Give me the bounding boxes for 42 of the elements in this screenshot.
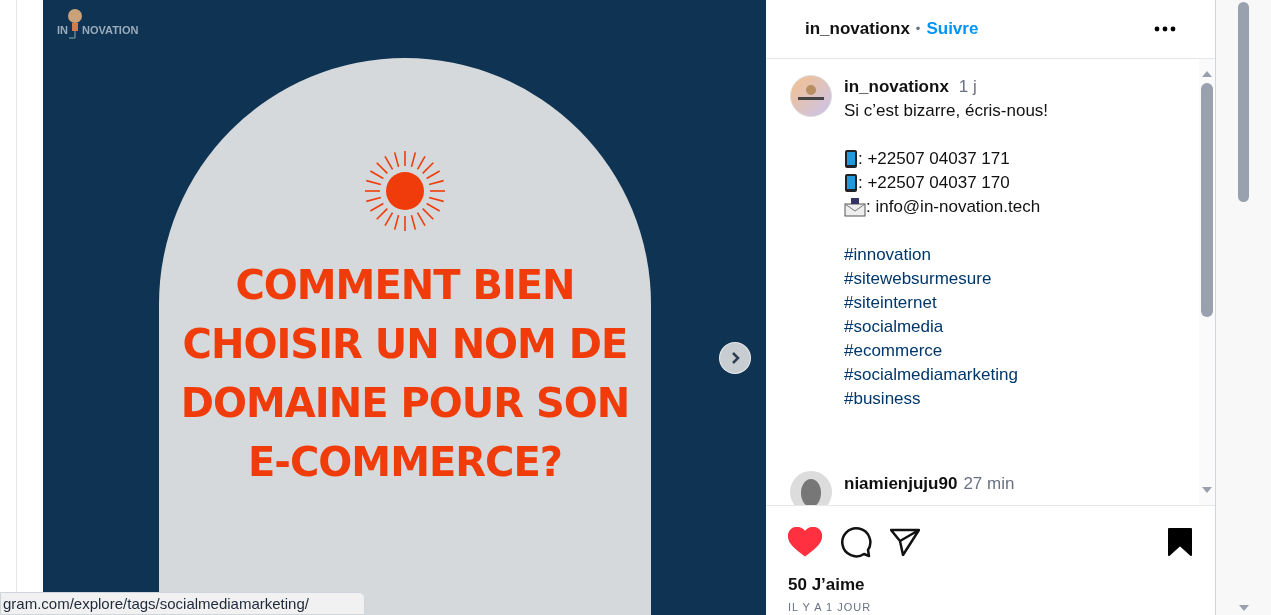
phone-icon: [844, 173, 858, 193]
status-url: gram.com/explore/tags/socialmediamarketing/: [0, 592, 365, 615]
more-icon[interactable]: [1154, 26, 1176, 32]
hashtag-link[interactable]: #sitewebsurmesure: [844, 267, 1049, 291]
hashtag-link[interactable]: #business: [844, 387, 1049, 411]
avatar[interactable]: [790, 471, 832, 505]
post-date: IL Y A 1 JOUR: [788, 599, 873, 615]
avatar[interactable]: [790, 75, 832, 117]
logo-text: NOVATION: [82, 25, 139, 36]
username[interactable]: in_novationx: [805, 16, 910, 42]
hashtag-link[interactable]: #innovation: [844, 243, 1049, 267]
hashtag-link[interactable]: #socialmediamarketing: [844, 363, 1049, 387]
scrollbar[interactable]: [1199, 59, 1215, 505]
headline-line: E-COMMERCE?: [248, 438, 562, 487]
next-button[interactable]: [719, 342, 751, 374]
separator-dot: •: [915, 20, 921, 39]
sun-icon: [364, 150, 446, 232]
timestamp: 1 j: [958, 76, 977, 98]
logo-text: IN: [57, 25, 68, 36]
username[interactable]: in_novationx: [844, 75, 949, 99]
timestamp: 27 min: [963, 473, 1015, 495]
bulb-icon: [68, 8, 82, 42]
like-count[interactable]: 50 J’aime: [788, 572, 1193, 598]
hashtag-link[interactable]: #ecommerce: [844, 339, 1049, 363]
bookmark-icon[interactable]: [1167, 528, 1193, 556]
send-icon[interactable]: [890, 528, 920, 556]
page-scrollbar[interactable]: [1216, 0, 1271, 615]
username[interactable]: niamienjuju90: [844, 471, 958, 497]
contact-text: : +22507 04037 170: [858, 172, 1010, 194]
heart-icon[interactable]: [788, 527, 822, 557]
caption-text: Si c’est bizarre, écris-nous!: [844, 100, 1049, 122]
comment-icon[interactable]: [840, 526, 872, 558]
contact-text: : +22507 04037 171: [858, 148, 1010, 170]
headline-line: CHOISIR UN NOM DE: [182, 320, 628, 369]
envelope-icon: [844, 197, 866, 217]
headline-line: DOMAINE POUR SON: [180, 379, 630, 428]
hashtag-link[interactable]: #socialmedia: [844, 315, 1049, 339]
headline-line: COMMENT BIEN: [235, 261, 575, 310]
contact-text: : info@in-novation.tech: [866, 196, 1041, 218]
hashtag-link[interactable]: #siteinternet: [844, 291, 1049, 315]
phone-icon: [844, 149, 858, 169]
chevron-icon: [729, 351, 741, 365]
